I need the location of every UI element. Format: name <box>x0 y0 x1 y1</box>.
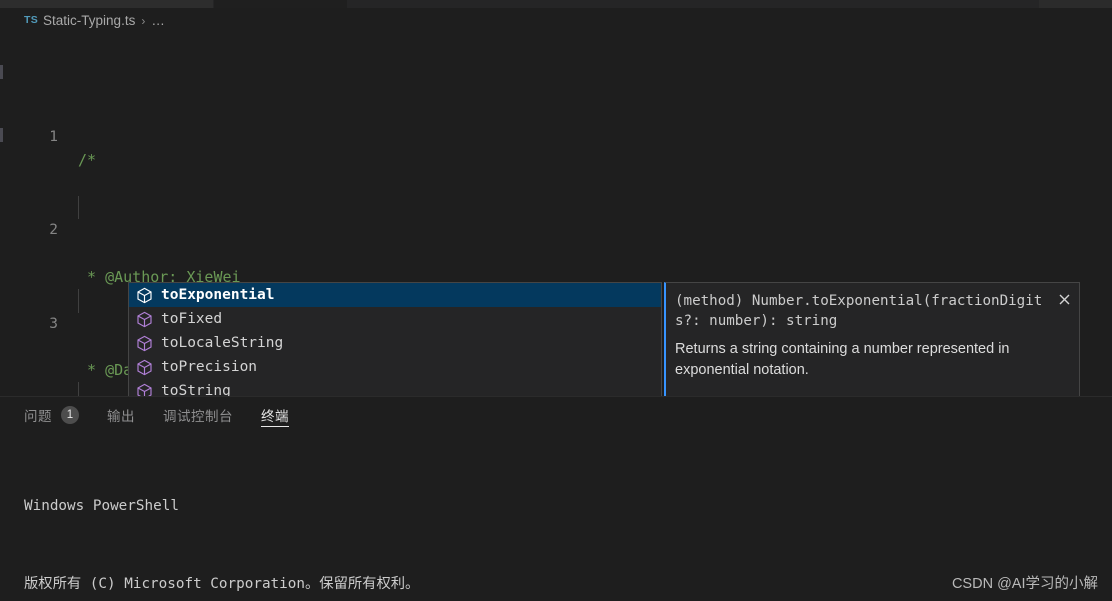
method-signature: (method) Number.toExponential(fractionDi… <box>675 293 1043 329</box>
panel-tab-label: 调试控制台 <box>163 408 233 424</box>
method-cube-icon <box>135 334 154 353</box>
editor-tab-2[interactable] <box>214 0 347 8</box>
documentation-param: @param fractionDigits — Number of digits… <box>675 394 1065 396</box>
editor-tab-strip[interactable] <box>0 0 1112 8</box>
terminal-output[interactable]: Windows PowerShell 版权所有 (C) Microsoft Co… <box>24 441 1112 601</box>
panel-tab-label: 问题 <box>24 408 52 424</box>
panel-tab-debug-console[interactable]: 调试控制台 <box>163 397 233 432</box>
editor-tab-1[interactable] <box>0 0 213 8</box>
chevron-right-icon: › <box>141 13 146 28</box>
line-number: 3 <box>49 315 58 332</box>
suggest-item-tofixed[interactable]: toFixed <box>129 307 661 331</box>
indent-guide <box>78 382 79 396</box>
suggest-item-tostring[interactable]: toString <box>129 379 661 396</box>
breadcrumb[interactable]: TS Static-Typing.ts › … <box>0 8 1112 33</box>
suggest-item-label: toPrecision <box>161 359 258 375</box>
suggest-item-toprecision[interactable]: toPrecision <box>129 355 661 379</box>
bottom-panel: 问题 1 输出 调试控制台 终端 Windows PowerShell 版权所有… <box>0 396 1112 601</box>
panel-tab-list[interactable]: 问题 1 输出 调试控制台 终端 <box>0 397 1112 432</box>
indent-guide <box>78 196 79 220</box>
suggest-item-label: toExponential <box>161 287 275 303</box>
breadcrumb-file-name[interactable]: Static-Typing.ts <box>43 13 135 28</box>
panel-tab-problems[interactable]: 问题 1 <box>24 397 79 432</box>
indent-guide <box>78 289 79 313</box>
watermark: CSDN @AI学习的小解 <box>951 576 1098 592</box>
method-cube-icon <box>135 310 154 329</box>
documentation-body: Returns a string containing a number rep… <box>666 331 1079 396</box>
suggest-widget[interactable]: toExponential toFixed toLocaleString toP… <box>128 282 662 396</box>
editor-tab-actions[interactable] <box>1039 0 1112 8</box>
code-editor[interactable]: 1 /* 2 * @Author: XieWei 3 * @Date: 2022… <box>0 33 1112 396</box>
breadcrumb-overflow[interactable]: … <box>151 13 166 28</box>
line-content: /* <box>78 151 97 170</box>
suggest-item-label: toLocaleString <box>161 335 284 351</box>
documentation-description: Returns a string containing a number rep… <box>675 341 1010 378</box>
panel-tab-output[interactable]: 输出 <box>107 397 135 432</box>
vscode-window: TS Static-Typing.ts › … 1 /* 2 * @Author… <box>0 0 1112 601</box>
line-number: 1 <box>49 129 58 146</box>
close-icon[interactable] <box>1056 291 1072 307</box>
line-number: 2 <box>49 222 58 239</box>
problems-count-badge: 1 <box>61 405 79 424</box>
method-cube-icon <box>135 286 154 305</box>
terminal-line: Windows PowerShell <box>24 498 179 514</box>
panel-tab-label: 终端 <box>261 408 289 424</box>
code-line[interactable]: 1 /* <box>0 103 1112 169</box>
suggest-item-toexponential[interactable]: toExponential <box>129 283 661 307</box>
suggest-item-tolocalestring[interactable]: toLocaleString <box>129 331 661 355</box>
method-cube-icon <box>135 382 154 396</box>
code-line[interactable]: 2 * @Author: XieWei <box>0 196 1112 286</box>
editor-tab-background <box>348 0 1112 8</box>
panel-tab-terminal[interactable]: 终端 <box>261 397 289 432</box>
suggest-item-label: toString <box>161 383 231 396</box>
suggest-documentation-panel[interactable]: (method) Number.toExponential(fractionDi… <box>664 282 1080 396</box>
typescript-file-icon: TS <box>24 13 39 26</box>
suggest-item-label: toFixed <box>161 311 223 327</box>
terminal-line: 版权所有 (C) Microsoft Corporation。保留所有权利。 <box>24 576 420 592</box>
panel-tab-label: 输出 <box>107 408 135 424</box>
method-cube-icon <box>135 358 154 377</box>
